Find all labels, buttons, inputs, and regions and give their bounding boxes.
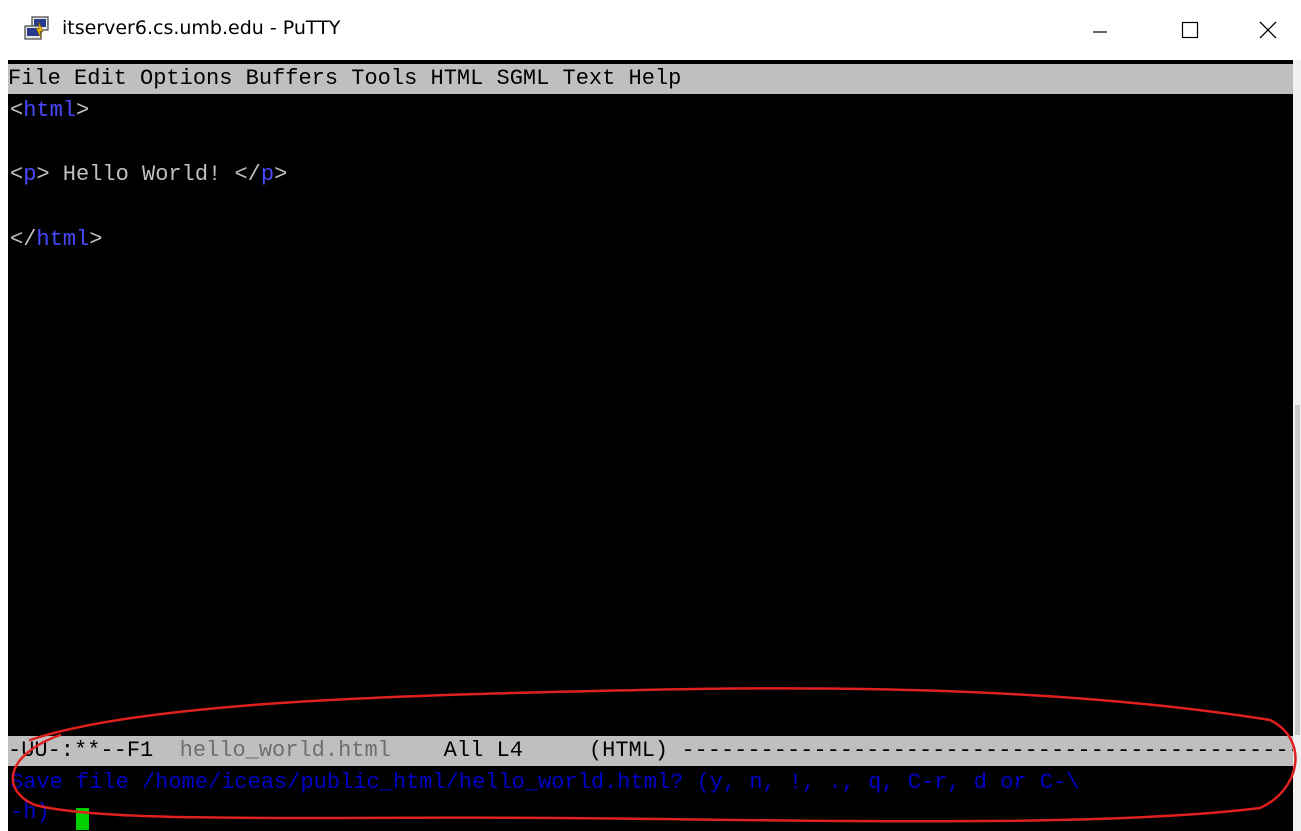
menu-edit[interactable]: Edit: [74, 66, 127, 91]
modeline-position: All L4: [390, 738, 589, 763]
modeline-fill: ----------------------------------------…: [681, 738, 1293, 763]
maximize-button[interactable]: [1145, 0, 1235, 60]
minibuffer-prompt-line-1: Save file /home/iceas/public_html/hello_…: [10, 770, 1080, 795]
emacs-menubar: File Edit Options Buffers Tools HTML SGM…: [8, 64, 1293, 94]
putty-icon: [24, 16, 49, 40]
close-button[interactable]: [1235, 0, 1301, 60]
line1-tag: html: [23, 98, 77, 123]
buffer-line-3: <p> Hello World! </p>: [10, 159, 287, 191]
scrollbar-thumb[interactable]: [1295, 405, 1300, 735]
menu-sgml[interactable]: SGML: [497, 66, 550, 91]
line2-open1: <: [10, 162, 24, 187]
line1-close: >: [76, 98, 90, 123]
minimize-button[interactable]: [1055, 0, 1145, 60]
buffer-line-5: </html>: [10, 224, 102, 256]
minibuffer[interactable]: Save file /home/iceas/public_html/hello_…: [10, 768, 1079, 828]
line2-close1: >: [36, 162, 50, 187]
buffer-line-1: <html>: [10, 95, 89, 127]
line2-tag2: p: [260, 162, 275, 187]
modeline-status: -UU-:**--F1: [8, 738, 180, 763]
line2-text: Hello World!: [49, 162, 235, 187]
line3-open: </: [10, 227, 37, 252]
minibuffer-prompt-line-2: -h): [10, 800, 63, 825]
menu-text[interactable]: Text: [563, 66, 616, 91]
terminal-area[interactable]: File Edit Options Buffers Tools HTML SGM…: [8, 60, 1293, 831]
window-title: itserver6.cs.umb.edu - PuTTY: [62, 17, 341, 39]
modeline-mode: (HTML): [588, 738, 682, 763]
menu-html[interactable]: HTML: [431, 66, 484, 91]
menu-tools[interactable]: Tools: [351, 66, 417, 91]
menu-options[interactable]: Options: [140, 66, 232, 91]
text-cursor: [76, 808, 89, 830]
menu-help[interactable]: Help: [629, 66, 682, 91]
maximize-icon: [1181, 21, 1199, 39]
minimize-icon: [1093, 31, 1107, 33]
emacs-modeline: -UU-:**--F1 hello_world.html All L4 (HTM…: [8, 736, 1293, 766]
line2-tag1: p: [23, 162, 37, 187]
line1-open: <: [10, 98, 24, 123]
close-icon: [1259, 21, 1277, 39]
menu-buffers[interactable]: Buffers: [246, 66, 338, 91]
line2-open2: </: [234, 162, 261, 187]
menu-file[interactable]: File: [8, 66, 61, 91]
line2-close2: >: [274, 162, 288, 187]
modeline-filename: hello_world.html: [179, 738, 391, 763]
line3-tag: html: [36, 227, 90, 252]
putty-window: itserver6.cs.umb.edu - PuTTY File Edit O…: [0, 0, 1301, 831]
title-bar[interactable]: itserver6.cs.umb.edu - PuTTY: [0, 0, 1301, 60]
line3-close: >: [89, 227, 103, 252]
